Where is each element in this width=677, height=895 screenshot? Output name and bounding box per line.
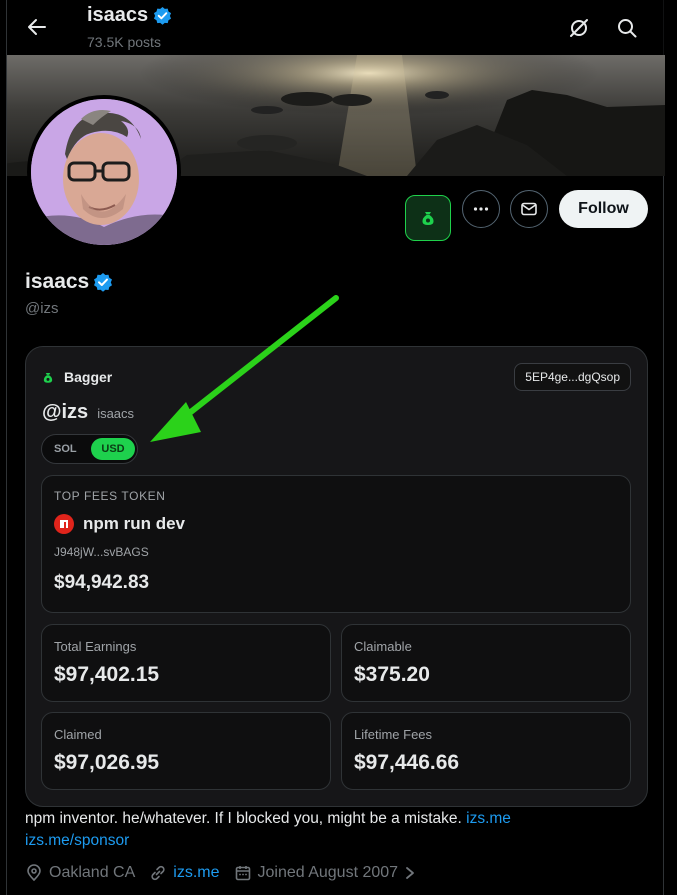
money-bag-icon bbox=[422, 212, 434, 225]
stat-value: $97,402.15 bbox=[54, 663, 160, 686]
top-token-value: $94,942.83 bbox=[54, 572, 150, 593]
bio-link-sponsor[interactable]: izs.me/sponsor bbox=[25, 832, 129, 849]
verified-badge-icon bbox=[154, 6, 172, 25]
chevron-right-icon[interactable] bbox=[404, 866, 416, 880]
currency-toggle[interactable]: SOL USD bbox=[41, 434, 138, 464]
bagger-brand-label: Bagger bbox=[64, 369, 113, 385]
calendar-icon bbox=[235, 866, 250, 881]
wallet-address-pill[interactable]: 5EP4ge...dgQsop bbox=[514, 363, 631, 391]
header-name-text: isaacs bbox=[87, 4, 149, 26]
top-token-mint[interactable]: J948jW...svBAGS bbox=[54, 545, 149, 559]
bagger-button[interactable] bbox=[405, 195, 451, 241]
stat-value: $97,446.66 bbox=[354, 751, 460, 774]
stat-value: $375.20 bbox=[354, 663, 430, 686]
meta-joined-text: Joined August 2007 bbox=[257, 864, 399, 881]
stat-lifetime-fees: Lifetime Fees $97,446.66 bbox=[341, 712, 631, 790]
card-user: @izs isaacs bbox=[42, 401, 134, 424]
stat-label: Claimed bbox=[54, 727, 102, 742]
currency-option-usd[interactable]: USD bbox=[91, 438, 135, 460]
location-icon bbox=[27, 864, 41, 882]
top-token-name[interactable]: npm run dev bbox=[54, 514, 185, 534]
top-token-name-text: npm run dev bbox=[83, 514, 186, 533]
card-user-name: isaacs bbox=[97, 406, 135, 421]
top-fees-token-panel: TOP FEES TOKEN npm run dev J948jW...svBA… bbox=[41, 475, 631, 613]
back-button[interactable] bbox=[19, 9, 55, 45]
grok-icon bbox=[570, 19, 588, 37]
search-button[interactable] bbox=[611, 12, 643, 44]
verified-badge-icon[interactable] bbox=[93, 272, 113, 292]
npm-icon bbox=[54, 514, 74, 534]
bagger-card: Bagger 5EP4ge...dgQsop @izs isaacs SOL U… bbox=[25, 346, 648, 807]
follow-button[interactable]: Follow bbox=[559, 190, 648, 228]
money-bag-icon bbox=[43, 372, 53, 383]
meta-website-link[interactable]: izs.me bbox=[173, 864, 219, 882]
top-header: isaacs 73.5K posts bbox=[7, 0, 665, 55]
grok-button[interactable] bbox=[563, 12, 595, 44]
header-name: isaacs bbox=[87, 4, 172, 27]
bagger-brand: Bagger bbox=[42, 369, 112, 385]
message-icon bbox=[521, 202, 537, 216]
stat-claimable: Claimable $375.20 bbox=[341, 624, 631, 702]
meta-joined: Joined August 2007 bbox=[234, 864, 417, 882]
stat-value: $97,026.95 bbox=[54, 751, 160, 774]
profile-name-text: isaacs bbox=[25, 270, 90, 293]
meta-location: Oakland CA bbox=[25, 864, 135, 882]
stat-label: Total Earnings bbox=[54, 639, 137, 654]
profile-meta: Oakland CA izs.me Joined August 2007 bbox=[25, 864, 424, 882]
stat-total-earnings: Total Earnings $97,402.15 bbox=[41, 624, 331, 702]
meta-website[interactable]: izs.me bbox=[149, 864, 220, 882]
profile-handle: @izs bbox=[25, 300, 59, 317]
more-button[interactable] bbox=[462, 190, 500, 228]
meta-location-text: Oakland CA bbox=[49, 864, 136, 881]
back-arrow-icon bbox=[28, 19, 46, 35]
search-icon bbox=[618, 19, 637, 38]
header-post-count: 73.5K posts bbox=[87, 34, 161, 50]
top-token-label: TOP FEES TOKEN bbox=[54, 489, 166, 503]
more-icon bbox=[473, 207, 489, 211]
stat-label: Claimable bbox=[354, 639, 412, 654]
card-user-handle: @izs bbox=[42, 401, 89, 423]
bio-link-izs[interactable]: izs.me bbox=[466, 810, 511, 827]
currency-option-sol[interactable]: SOL bbox=[54, 443, 77, 455]
stat-claimed: Claimed $97,026.95 bbox=[41, 712, 331, 790]
profile-page: isaacs 73.5K posts Follow isaacs @izs Ba… bbox=[6, 0, 665, 895]
link-icon bbox=[151, 865, 165, 881]
message-button[interactable] bbox=[510, 190, 548, 228]
stat-label: Lifetime Fees bbox=[354, 727, 433, 742]
profile-name: isaacs bbox=[25, 270, 113, 294]
profile-bio: npm inventor. he/whatever. If I blocked … bbox=[25, 808, 655, 852]
bio-text: npm inventor. he/whatever. If I blocked … bbox=[25, 810, 462, 827]
avatar[interactable] bbox=[27, 95, 181, 249]
